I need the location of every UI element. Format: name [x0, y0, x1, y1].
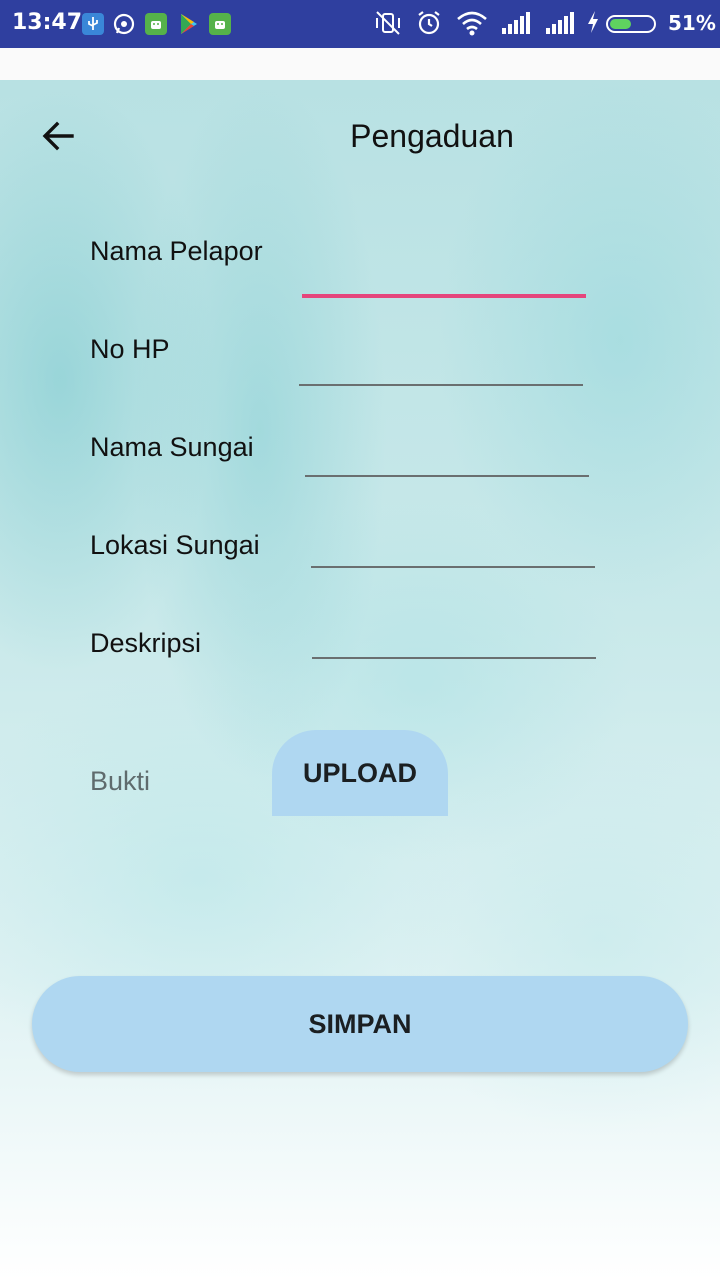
lokasi-sungai-label: Lokasi Sungai — [90, 530, 260, 560]
battery-icon — [606, 15, 656, 33]
lokasi-sungai-field[interactable] — [311, 530, 595, 568]
deskripsi-field[interactable] — [312, 621, 596, 659]
status-time: 13:47 — [12, 10, 83, 35]
whatsapp-icon — [113, 13, 135, 35]
charging-icon — [586, 10, 600, 39]
wifi-icon — [456, 10, 488, 41]
nama-sungai-field[interactable] — [305, 439, 589, 477]
usb-icon — [82, 13, 104, 35]
upload-button[interactable]: UPLOAD — [272, 730, 448, 816]
save-button[interactable]: SIMPAN — [32, 976, 688, 1072]
signal-icon — [500, 10, 532, 41]
status-bar: 13:47 51% — [0, 0, 720, 48]
vibrate-off-icon — [374, 10, 402, 41]
arrow-back-icon — [42, 121, 74, 151]
battery-percent: 51% — [668, 11, 716, 35]
deskripsi-label: Deskripsi — [90, 628, 202, 658]
battery-fill — [610, 19, 631, 29]
no-hp-field[interactable] — [299, 348, 583, 386]
nama-pelapor-field[interactable] — [302, 260, 586, 298]
bukti-label: Bukti — [90, 766, 151, 796]
back-button[interactable] — [36, 114, 80, 158]
page-title: Pengaduan — [350, 118, 514, 154]
no-hp-label: No HP — [90, 334, 170, 364]
android-icon — [145, 13, 167, 35]
nama-pelapor-label: Nama Pelapor — [90, 236, 263, 266]
nama-sungai-label: Nama Sungai — [90, 432, 254, 462]
play-store-icon — [178, 13, 200, 35]
app-bar-strip — [0, 48, 720, 80]
android-icon — [209, 13, 231, 35]
signal-icon — [544, 10, 576, 41]
alarm-icon — [416, 10, 442, 41]
